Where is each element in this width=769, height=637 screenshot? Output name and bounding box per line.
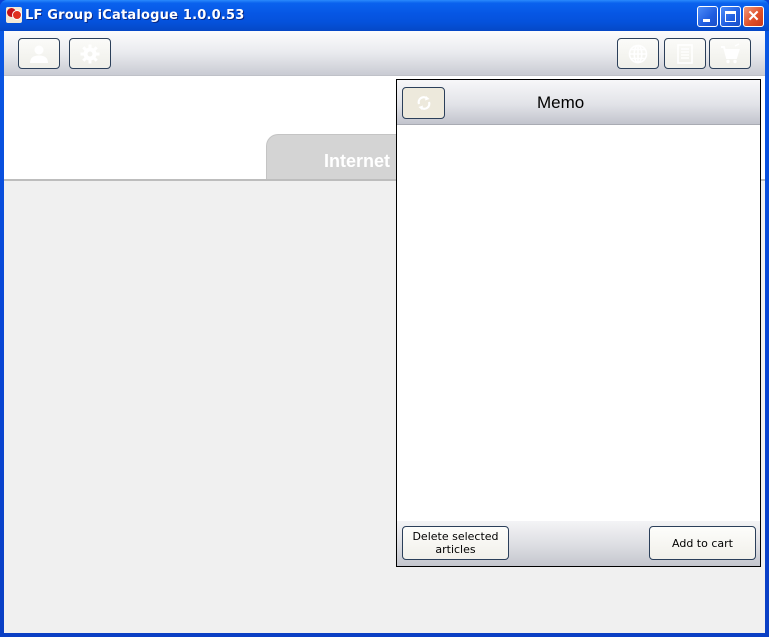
internet-button[interactable]	[617, 38, 659, 69]
memo-footer: Delete selected articles Add to cart	[397, 521, 760, 566]
list-icon	[677, 43, 693, 64]
toolbar	[4, 31, 765, 76]
cart-icon	[721, 42, 740, 63]
tab-internet-label: Internet	[324, 151, 391, 171]
memo-header: Memo	[397, 80, 760, 125]
cart-button[interactable]	[709, 38, 751, 69]
delete-selected-articles-button[interactable]: Delete selected articles	[402, 526, 509, 560]
client-area: Internet Memo Delete selected articles A…	[4, 31, 765, 633]
settings-button[interactable]	[69, 38, 111, 69]
window-title: LF Group iCatalogue 1.0.0.53	[25, 8, 245, 23]
memo-panel: Memo Delete selected articles Add to car…	[396, 79, 761, 567]
list-button[interactable]	[664, 38, 706, 69]
memo-refresh-button[interactable]	[402, 87, 445, 119]
memo-article-list[interactable]	[397, 125, 760, 521]
user-button[interactable]	[18, 38, 60, 69]
gear-icon	[80, 44, 100, 63]
memo-title: Memo	[537, 93, 585, 112]
close-button[interactable]: ✕	[743, 6, 764, 27]
maximize-button[interactable]	[720, 6, 741, 27]
refresh-icon	[417, 96, 430, 110]
add-to-cart-button[interactable]: Add to cart	[649, 526, 756, 560]
close-icon: ✕	[747, 8, 760, 25]
minimize-button[interactable]	[697, 6, 718, 27]
app-window: LF Group iCatalogue 1.0.0.53 ✕ Internet …	[0, 0, 769, 637]
globe-icon	[628, 44, 648, 63]
user-icon	[30, 45, 48, 63]
title-bar[interactable]: LF Group iCatalogue 1.0.0.53 ✕	[0, 0, 769, 31]
app-logo-icon	[6, 7, 22, 23]
